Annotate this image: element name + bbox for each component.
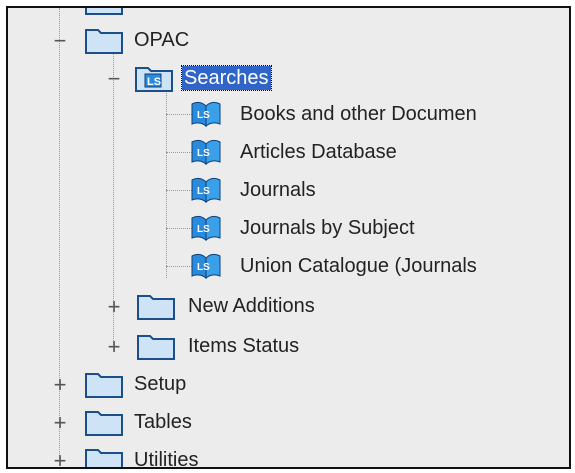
- tree-node-label[interactable]: Journals: [238, 178, 318, 202]
- folder-icon: [85, 29, 123, 54]
- expand-toggle[interactable]: +: [106, 296, 122, 318]
- tree-node-label[interactable]: Union Catalogue (Journals: [238, 254, 479, 278]
- folder-icon: [137, 335, 175, 360]
- book-search-icon: LS: [191, 215, 221, 242]
- book-search-icon: LS: [191, 177, 221, 204]
- tree-node-label[interactable]: New Additions: [186, 294, 317, 318]
- expand-toggle[interactable]: +: [52, 374, 68, 396]
- tree-node-label[interactable]: Journals by Subject: [238, 216, 417, 240]
- svg-text:LS: LS: [197, 262, 210, 273]
- folder-icon: [85, 373, 123, 398]
- search-folder-icon: LS: [135, 67, 173, 92]
- svg-text:LS: LS: [197, 148, 210, 159]
- tree-view: − OPAC − LS Searches LS Books and other …: [6, 6, 571, 469]
- expand-toggle[interactable]: +: [106, 336, 122, 358]
- tree-node-label[interactable]: Books and other Documen: [238, 102, 479, 126]
- collapse-toggle[interactable]: −: [106, 68, 122, 90]
- expand-toggle[interactable]: +: [52, 412, 68, 434]
- tree-node-label[interactable]: OPAC: [132, 28, 191, 52]
- book-search-icon: LS: [191, 101, 221, 128]
- folder-icon: [85, 8, 123, 15]
- tree-node-label[interactable]: Articles Database: [238, 140, 399, 164]
- svg-text:LS: LS: [197, 110, 210, 121]
- tree-node-label[interactable]: Tables: [132, 410, 194, 434]
- svg-text:LS: LS: [197, 224, 210, 235]
- folder-icon: [85, 411, 123, 436]
- tree-node-label[interactable]: Utilities: [132, 448, 200, 467]
- tree-line: [166, 93, 167, 278]
- tree-node-label[interactable]: Items Status: [186, 334, 301, 358]
- tree-node-label[interactable]: Setup: [132, 372, 188, 396]
- tree-node-label[interactable]: Searches: [181, 65, 272, 91]
- collapse-toggle[interactable]: −: [52, 30, 68, 52]
- svg-text:LS: LS: [197, 186, 210, 197]
- book-search-icon: LS: [191, 139, 221, 166]
- folder-icon: [137, 295, 175, 320]
- book-search-icon: LS: [191, 253, 221, 280]
- svg-text:LS: LS: [147, 76, 161, 88]
- expand-toggle[interactable]: +: [52, 450, 68, 468]
- folder-icon: [85, 449, 123, 467]
